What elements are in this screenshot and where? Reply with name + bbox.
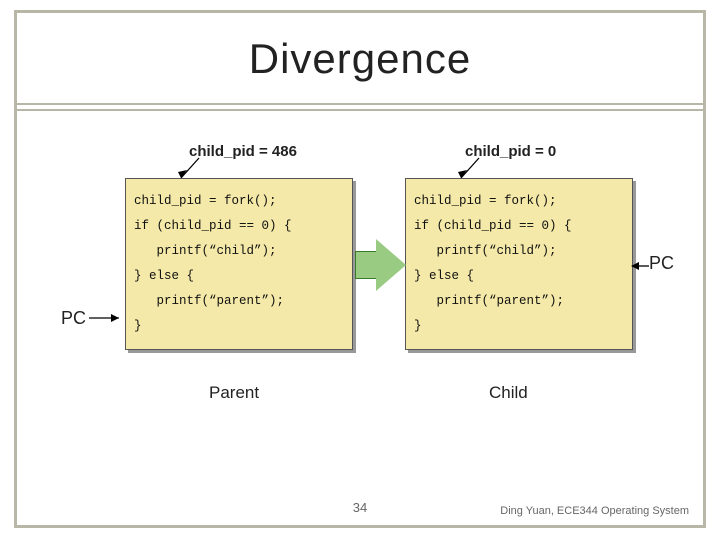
code-l1: child_pid = fork(); — [134, 194, 277, 208]
slide-title: Divergence — [17, 35, 703, 83]
code-r5: printf(“parent”); — [414, 294, 564, 308]
code-l3: printf(“child”); — [134, 244, 277, 258]
code-l6: } — [134, 319, 142, 333]
code-r4: } else { — [414, 269, 474, 283]
caption-child: Child — [489, 383, 528, 403]
pc-label-child: PC — [649, 253, 674, 274]
divider-1 — [17, 103, 703, 105]
code-r1: child_pid = fork(); — [414, 194, 557, 208]
code-l2: if (child_pid == 0) { — [134, 219, 292, 233]
code-l4: } else { — [134, 269, 194, 283]
footer-credit: Ding Yuan, ECE344 Operating System — [500, 505, 689, 517]
divider-2 — [17, 109, 703, 111]
caption-parent: Parent — [209, 383, 259, 403]
code-r2: if (child_pid == 0) { — [414, 219, 572, 233]
code-box-child: child_pid = fork(); if (child_pid == 0) … — [405, 178, 633, 350]
pc-label-parent: PC — [61, 308, 86, 329]
code-r3: printf(“child”); — [414, 244, 557, 258]
code-r6: } — [414, 319, 422, 333]
code-l5: printf(“parent”); — [134, 294, 284, 308]
pc-arrow-child — [631, 261, 651, 273]
slide-frame: Divergence child_pid = 486 child_pid = 0… — [14, 10, 706, 528]
pc-arrow-parent — [89, 313, 129, 325]
code-box-parent: child_pid = fork(); if (child_pid == 0) … — [125, 178, 353, 350]
